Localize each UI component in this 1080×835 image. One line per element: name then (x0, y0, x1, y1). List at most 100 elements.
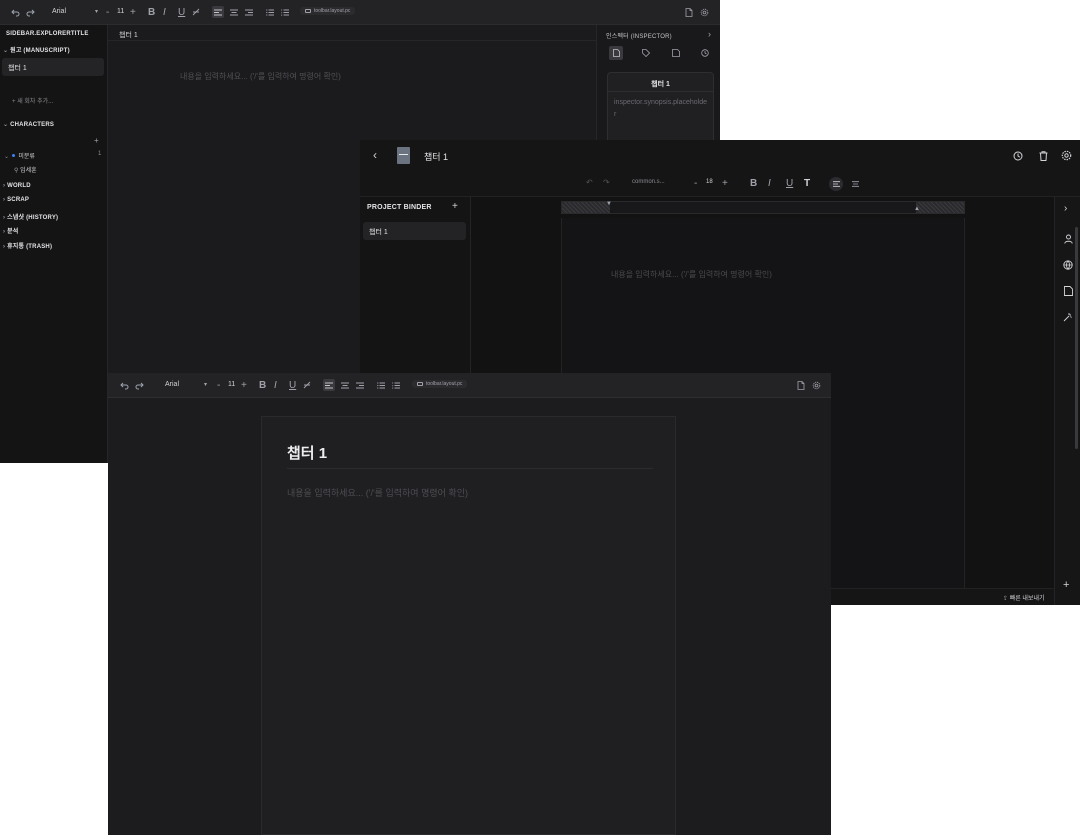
add-character-icon[interactable]: + (94, 136, 99, 145)
manuscript-section-header[interactable]: ⌄ 원고 (MANUSCRIPT) (3, 45, 70, 54)
history-section-header[interactable]: › 스냅샷 (HISTORY) (3, 212, 58, 221)
decrease-size-button[interactable]: - (106, 7, 109, 18)
numbered-list-icon[interactable] (390, 379, 402, 391)
inspector-card-divider (608, 91, 713, 92)
scrap-section-header[interactable]: › SCRAP (3, 197, 29, 203)
strikethrough-icon[interactable] (191, 7, 201, 17)
undo-icon[interactable] (10, 8, 20, 18)
ruler-right-margin (916, 202, 964, 213)
font-size-value[interactable]: 11 (117, 8, 124, 15)
sparkle-icon[interactable] (1062, 311, 1074, 323)
document-tab[interactable]: 챕터 1 (108, 25, 596, 41)
toolbar: Arial ▾ - 11 + B I U toolbar.layout.pc (108, 373, 831, 398)
chevron-right-icon: › (3, 244, 6, 250)
decrease-size-button[interactable]: - (694, 178, 697, 189)
document-export-icon[interactable] (796, 380, 806, 390)
tag-icon[interactable] (639, 46, 653, 60)
layout-pill[interactable]: toolbar.layout.pc (412, 380, 468, 388)
analysis-section-header[interactable]: › 분석 (3, 226, 19, 235)
undo-icon[interactable] (119, 381, 129, 391)
rail-add-button[interactable]: + (1063, 579, 1069, 591)
bold-button[interactable]: B (148, 7, 155, 18)
editor-page[interactable]: 챕터 1 내용을 입력하세요... ('/'를 입력하여 명령어 확인) (261, 416, 676, 835)
font-size-value[interactable]: 18 (706, 179, 713, 185)
add-chapter-button[interactable]: + 새 회차 추가... (12, 96, 53, 105)
user-icon[interactable] (1062, 233, 1074, 245)
font-select[interactable]: Arial ▾ (165, 381, 207, 388)
italic-button[interactable]: I (274, 380, 277, 391)
font-select-value: Arial (165, 381, 180, 388)
characters-section-header[interactable]: ⌄ CHARACTERS (3, 121, 54, 128)
align-center-icon[interactable] (339, 379, 351, 391)
layout-pill[interactable]: toolbar.layout.pc (300, 7, 356, 15)
align-center-icon[interactable] (848, 177, 862, 191)
align-center-icon[interactable] (228, 6, 240, 18)
sidebar-item-chapter-1[interactable]: 챕터 1 (2, 58, 104, 76)
unclassified-group[interactable]: ⌄ 미분류 (4, 151, 35, 160)
align-left-icon[interactable] (829, 177, 843, 191)
gear-icon[interactable] (699, 7, 709, 17)
document-icon[interactable] (609, 46, 623, 60)
italic-button[interactable]: I (768, 178, 771, 189)
font-select[interactable]: common.s... (632, 179, 665, 185)
history-icon[interactable] (1012, 150, 1024, 162)
toolbar: Arial ▾ - 11 + B I U toolbar.layout.pc (0, 0, 720, 25)
redo-icon[interactable] (134, 381, 144, 391)
align-right-icon[interactable] (354, 379, 366, 391)
back-arrow-icon[interactable]: ‹ (373, 148, 377, 162)
scrollbar[interactable] (1075, 227, 1078, 449)
characters-header-label: CHARACTERS (10, 122, 55, 128)
inspector-card-title: 챕터 1 (651, 81, 670, 88)
align-left-icon[interactable] (323, 379, 335, 391)
gear-icon[interactable] (1060, 149, 1073, 162)
bullet-list-icon[interactable] (264, 6, 276, 18)
underline-button[interactable]: U (786, 178, 793, 189)
font-size-value[interactable]: 11 (228, 381, 235, 388)
bullet-list-icon[interactable] (375, 379, 387, 391)
front-window: Arial ▾ - 11 + B I U toolbar.layout.pc 챕… (108, 373, 831, 835)
globe-icon[interactable] (1062, 259, 1074, 271)
bold-button[interactable]: B (750, 178, 757, 189)
document-export-icon[interactable] (684, 7, 694, 17)
world-section-header[interactable]: › WORLD (3, 183, 31, 189)
quick-export-button[interactable]: ⇪ 빠른 내보내기 (1003, 593, 1045, 602)
trash-icon[interactable] (1037, 150, 1049, 162)
indent-marker-icon[interactable]: ▼ (606, 201, 612, 207)
align-right-icon[interactable] (243, 6, 255, 18)
page-title[interactable]: 챕터 1 (287, 442, 327, 463)
increase-size-button[interactable]: + (241, 380, 247, 391)
chevron-right-icon[interactable]: › (1064, 203, 1067, 214)
synopsis-input[interactable]: inspector.synopsis.placeholder (614, 97, 709, 121)
increase-size-button[interactable]: + (130, 7, 136, 18)
align-left-icon[interactable] (212, 6, 224, 18)
binder-add-button[interactable]: + (452, 201, 458, 212)
increase-size-button[interactable]: + (722, 178, 728, 189)
right-indent-marker-icon[interactable]: ▲ (914, 206, 920, 212)
binder-item-chapter-1[interactable]: 챕터 1 (363, 222, 466, 240)
layout-pill-label: toolbar.layout.pc (314, 8, 351, 14)
chevron-right-icon: › (3, 215, 6, 221)
note-icon[interactable] (669, 46, 683, 60)
redo-icon[interactable] (25, 8, 35, 18)
history-icon[interactable] (698, 46, 712, 60)
layout-pill-label: toolbar.layout.pc (426, 381, 463, 387)
redo-icon[interactable]: ↷ (603, 178, 610, 187)
bold-button[interactable]: B (259, 380, 266, 391)
ruler[interactable]: ▼ ▲ (561, 201, 965, 214)
underline-button[interactable]: U (289, 380, 296, 391)
strikethrough-icon[interactable] (302, 380, 312, 390)
text-style-button[interactable]: T (804, 178, 810, 189)
undo-icon[interactable]: ↶ (586, 178, 593, 187)
editor-placeholder[interactable]: 내용을 입력하세요... ('/'를 입력하여 명령어 확인) (180, 71, 341, 82)
trash-section-header[interactable]: › 휴지통 (TRASH) (3, 241, 52, 250)
chevron-right-icon[interactable]: › (708, 29, 711, 39)
underline-button[interactable]: U (178, 7, 185, 18)
italic-button[interactable]: I (163, 7, 166, 18)
character-item[interactable]: ⚲ 임세훈 (14, 165, 37, 174)
explorer-sidebar: SIDEBAR.EXPLORERTITLE ⌄ 원고 (MANUSCRIPT) … (0, 25, 108, 463)
font-select[interactable]: Arial ▾ (52, 8, 98, 15)
note-icon[interactable] (1062, 285, 1074, 297)
numbered-list-icon[interactable] (279, 6, 291, 18)
decrease-size-button[interactable]: - (217, 380, 220, 391)
gear-icon[interactable] (811, 380, 821, 390)
